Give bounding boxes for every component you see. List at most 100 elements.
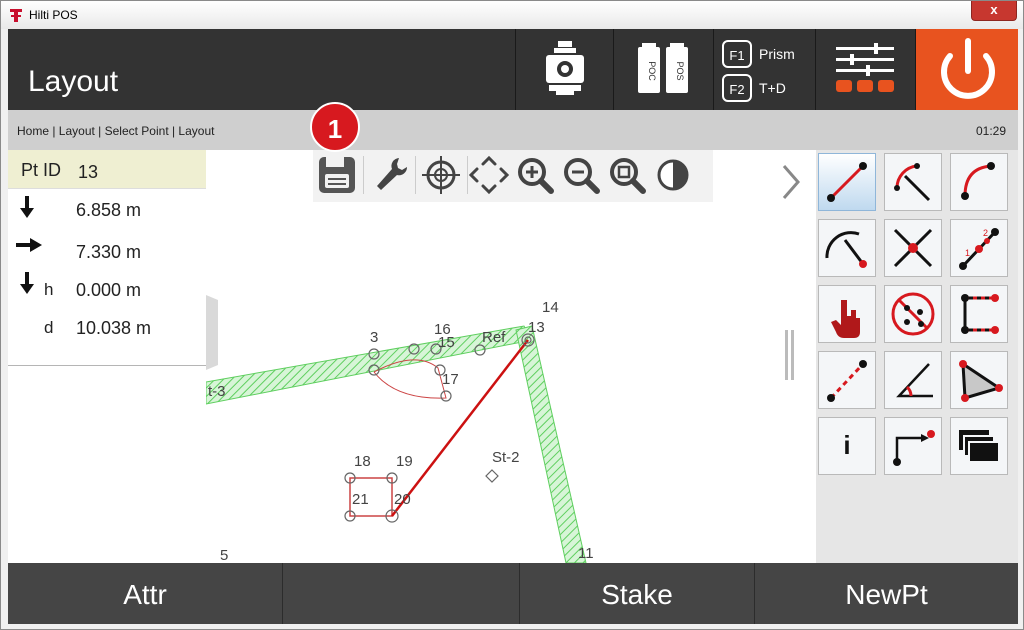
map-label: St-2	[492, 449, 520, 466]
map-label: 19	[396, 453, 413, 470]
arc-endpoint-tool[interactable]	[950, 153, 1008, 211]
polyline-tool[interactable]	[950, 285, 1008, 343]
offset-point-icon	[893, 430, 935, 466]
remove-points-tool[interactable]	[884, 285, 942, 343]
intersection-tool[interactable]	[884, 219, 942, 277]
f1-label: Prism	[759, 46, 795, 62]
map-label: 18	[354, 453, 371, 470]
layout-tool-grid: 12 i	[816, 150, 1018, 563]
total-station-icon	[546, 41, 584, 95]
map-toolbar	[313, 150, 713, 202]
zoom-fit-icon[interactable]	[603, 150, 651, 200]
save-icon[interactable]	[313, 150, 361, 200]
power-button[interactable]	[915, 29, 1018, 110]
arrow-down-icon	[20, 196, 34, 218]
map-label: 13	[528, 319, 545, 336]
header-bar: Layout POC POS F1 Prism F2 T+D	[8, 29, 1018, 110]
resize-grip[interactable]	[791, 330, 794, 380]
ptid-value: 13	[78, 162, 99, 182]
fkey-panel[interactable]: F1 Prism F2 T+D	[713, 29, 816, 110]
hilti-logo-icon	[10, 9, 22, 22]
f2-label: T+D	[759, 80, 786, 96]
zoom-in-icon[interactable]	[511, 150, 559, 200]
distance-value: 10.038 m	[76, 318, 152, 338]
window-title: Hilti POS	[29, 8, 78, 22]
map-label: 21	[352, 491, 369, 508]
map-drawing[interactable]: 14 3 16 15 Ref 13 17 18 19 21 20 St-2 t-…	[206, 150, 766, 563]
map-label: 5	[220, 547, 228, 563]
battery-label-2: POS	[675, 61, 685, 80]
side-handle[interactable]	[206, 295, 218, 370]
map-label: Ref	[482, 329, 506, 346]
wrench-icon[interactable]	[365, 150, 413, 200]
attr-button[interactable]: Attr	[8, 563, 282, 624]
toolbar-divider	[363, 156, 364, 194]
north-offset-value: 6.858 m	[76, 200, 142, 220]
stake-button[interactable]: Stake	[519, 563, 754, 624]
map-label: 15	[438, 334, 455, 351]
ptid-label: Pt ID	[21, 160, 62, 180]
map-label: t-3	[208, 383, 226, 400]
window-titlebar: Hilti POS x	[1, 1, 1023, 29]
layers-tool[interactable]	[950, 417, 1008, 475]
map-label: 20	[394, 491, 411, 508]
layout-map[interactable]: 14 3 16 15 Ref 13 17 18 19 21 20 St-2 t-…	[206, 150, 766, 563]
settings-button[interactable]	[815, 29, 916, 110]
contrast-icon[interactable]	[649, 150, 697, 200]
hand-pointer-icon	[831, 300, 860, 338]
chevron-right-icon[interactable]	[780, 162, 802, 202]
dashed-line-tool[interactable]	[818, 351, 876, 409]
divider	[8, 365, 206, 366]
app-content: Layout POC POS F1 Prism F2 T+D Home | La…	[8, 29, 1018, 624]
toolbar-divider	[415, 156, 416, 194]
window-close-button[interactable]: x	[971, 1, 1017, 21]
triangle-icon	[959, 360, 1003, 402]
zoom-out-icon[interactable]	[557, 150, 605, 200]
f1-key[interactable]: F1	[722, 40, 752, 68]
remove-points-icon	[891, 292, 935, 336]
info-icon: i	[843, 430, 851, 460]
angle-tool[interactable]	[884, 351, 942, 409]
dashed-line-icon	[827, 360, 867, 402]
line-tool[interactable]	[818, 153, 876, 211]
breadcrumb-bar: Home | Layout | Select Point | Layout 01…	[8, 110, 1018, 150]
bottom-action-bar: Attr Stake NewPt	[8, 563, 1018, 624]
clock: 01:29	[975, 124, 1006, 138]
tool-panel-toggle[interactable]	[766, 150, 816, 563]
arc-tool[interactable]	[884, 153, 942, 211]
app-window: Hilti POS x Layout POC POS F1 Prism F2 T…	[0, 0, 1024, 630]
arrow-down-icon	[20, 272, 34, 294]
map-label: 11	[578, 545, 594, 562]
empty-softkey[interactable]	[282, 563, 519, 624]
line-tool-icon	[827, 162, 867, 202]
arc-center-icon	[825, 231, 867, 268]
distance-symbol: d	[44, 318, 54, 337]
move-icon[interactable]	[465, 150, 513, 200]
power-icon	[941, 38, 995, 99]
angle-icon	[896, 363, 933, 398]
target-icon[interactable]	[417, 150, 465, 200]
battery-label-1: POC	[647, 61, 657, 81]
settings-sliders-icon	[836, 43, 894, 92]
f2-key[interactable]: F2	[722, 74, 752, 102]
instrument-button[interactable]	[515, 29, 614, 110]
resize-grip[interactable]	[785, 330, 788, 380]
map-label: 14	[542, 299, 559, 316]
callout-badge: 1	[310, 102, 360, 152]
sequence-label-2: 2	[983, 228, 988, 238]
page-title: Layout	[28, 65, 119, 98]
arc-center-tool[interactable]	[818, 219, 876, 277]
layers-icon	[959, 430, 1000, 463]
polyline-icon	[961, 294, 999, 334]
triangle-tool[interactable]	[950, 351, 1008, 409]
touch-point-tool[interactable]	[818, 285, 876, 343]
info-tool[interactable]: i	[818, 417, 876, 475]
newpt-button[interactable]: NewPt	[754, 563, 1018, 624]
height-symbol: h	[44, 280, 54, 299]
breadcrumb[interactable]: Home | Layout | Select Point | Layout	[17, 124, 214, 138]
line-sequence-tool[interactable]: 12	[950, 219, 1008, 277]
arrow-right-icon	[16, 238, 42, 252]
battery-button[interactable]: POC POS	[613, 29, 714, 110]
offset-point-tool[interactable]	[884, 417, 942, 475]
ptid-row[interactable]: Pt ID 13	[8, 150, 206, 189]
